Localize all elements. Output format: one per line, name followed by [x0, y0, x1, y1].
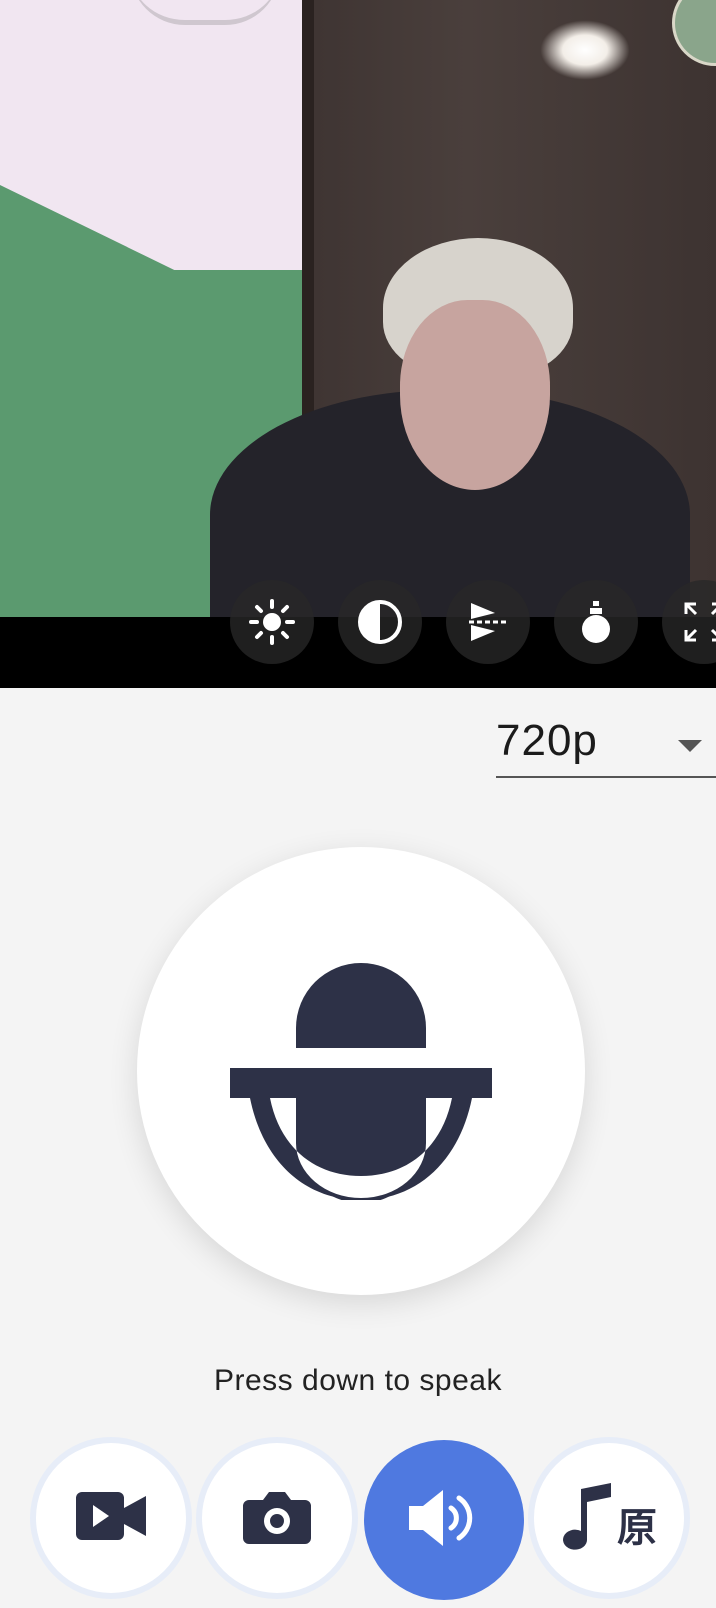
- sun-icon: [248, 598, 296, 646]
- chevron-down-icon: [678, 740, 702, 752]
- video-frame: [0, 0, 716, 617]
- record-video-button[interactable]: [36, 1443, 186, 1593]
- expand-icon: [682, 600, 716, 644]
- flip-button[interactable]: [446, 580, 530, 664]
- video-camera-icon: [76, 1490, 146, 1546]
- camera-feed[interactable]: [0, 0, 716, 688]
- night-mode-button[interactable]: [554, 580, 638, 664]
- original-sound-button[interactable]: 原: [534, 1443, 684, 1593]
- original-sound-label: 原: [617, 1505, 657, 1551]
- snapshot-button[interactable]: [202, 1443, 352, 1593]
- ceiling-light: [540, 20, 630, 80]
- microphone-icon: [230, 938, 492, 1204]
- bulb-icon: [576, 599, 616, 645]
- resolution-value: 720p: [496, 716, 598, 765]
- push-to-talk-button[interactable]: [137, 847, 585, 1295]
- speaker-button[interactable]: [364, 1440, 524, 1600]
- contrast-icon: [357, 599, 403, 645]
- push-to-talk-hint: Press down to speak: [214, 1364, 502, 1397]
- person-face: [400, 300, 550, 490]
- music-note-icon: 原: [561, 1483, 657, 1553]
- brightness-button[interactable]: [230, 580, 314, 664]
- contrast-button[interactable]: [338, 580, 422, 664]
- flip-icon: [465, 599, 511, 645]
- speaker-icon: [409, 1488, 479, 1552]
- camera-icon: [243, 1488, 311, 1548]
- resolution-select[interactable]: 720p: [496, 710, 716, 778]
